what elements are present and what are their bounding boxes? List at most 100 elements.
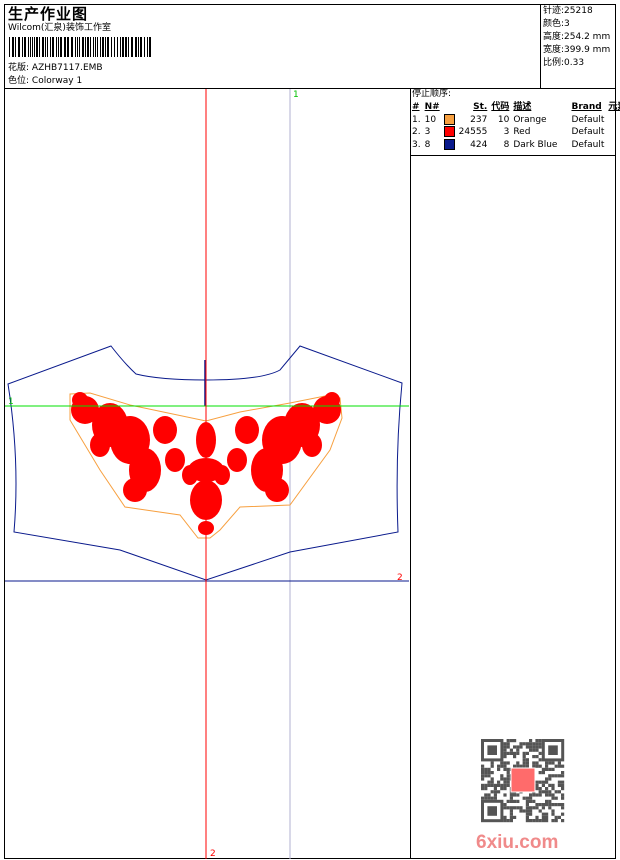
qr-module <box>497 780 501 784</box>
qr-module <box>490 796 494 800</box>
qr-module <box>545 815 549 819</box>
qr-module <box>557 815 561 819</box>
qr-module <box>551 783 555 787</box>
qr-module <box>509 806 513 810</box>
qr-module <box>525 751 529 755</box>
qr-module <box>525 742 529 746</box>
qr-module <box>503 787 507 791</box>
qr-module <box>497 764 501 768</box>
qr-module <box>513 739 517 743</box>
qr-finder <box>487 745 497 755</box>
qr-module <box>532 755 536 759</box>
qr-module <box>509 809 513 813</box>
qr-module <box>481 774 485 778</box>
qr-module <box>513 751 517 755</box>
qr-module <box>535 748 539 752</box>
qr-module <box>545 780 549 784</box>
qr-module <box>548 767 552 771</box>
qr-module <box>487 783 491 787</box>
qr-module <box>490 780 494 784</box>
qr-module <box>503 742 507 746</box>
qr-module <box>541 803 545 807</box>
qr-module <box>529 809 533 813</box>
qr-module <box>500 787 504 791</box>
qr-module <box>532 745 536 749</box>
qr-module <box>538 790 542 794</box>
qr-module <box>529 745 533 749</box>
qr-module <box>538 771 542 775</box>
qr-module <box>513 764 517 768</box>
qr-module <box>484 783 488 787</box>
qr-module <box>548 799 552 803</box>
qr-module <box>545 812 549 816</box>
motif-blob <box>123 478 147 502</box>
qr-module <box>525 809 529 813</box>
qr-module <box>545 790 549 794</box>
qr-module <box>545 803 549 807</box>
qr-module <box>503 806 507 810</box>
qr-module <box>535 780 539 784</box>
qr-module <box>522 761 526 765</box>
qr-module <box>541 806 545 810</box>
qr-module <box>484 767 488 771</box>
qr-module <box>529 739 533 743</box>
qr-module <box>509 739 513 743</box>
qr-module <box>535 819 539 823</box>
qr-module <box>516 793 520 797</box>
qr-module <box>525 819 529 823</box>
qr-module <box>493 790 497 794</box>
qr-module <box>503 761 507 765</box>
qr-module <box>522 751 526 755</box>
qr-module <box>554 819 558 823</box>
qr-module <box>532 793 536 797</box>
qr-module <box>557 780 561 784</box>
qr-module <box>481 777 485 781</box>
qr-module <box>506 739 510 743</box>
guide-marker-2-bottom: 2 <box>210 849 216 859</box>
qr-module <box>487 771 491 775</box>
qr-module <box>532 748 536 752</box>
qr-module <box>519 764 523 768</box>
qr-module <box>535 815 539 819</box>
qr-module <box>525 758 529 762</box>
qr-module <box>500 783 504 787</box>
qr-module <box>519 742 523 746</box>
qr-module <box>506 774 510 778</box>
qr-module <box>487 793 491 797</box>
qr-module <box>538 809 542 813</box>
qr-module <box>551 819 555 823</box>
qr-module <box>529 742 533 746</box>
qr-module <box>557 803 561 807</box>
qr-module <box>506 799 510 803</box>
qr-module <box>481 771 485 775</box>
qr-module <box>545 761 549 765</box>
qr-module <box>509 796 513 800</box>
qr-module <box>490 771 494 775</box>
qr-module <box>513 755 517 759</box>
qr-module <box>525 799 529 803</box>
qr-module <box>548 761 552 765</box>
qr-module <box>497 767 501 771</box>
qr-module <box>522 758 526 762</box>
qr-module <box>522 796 526 800</box>
qr-module <box>551 774 555 778</box>
qr-module <box>529 748 533 752</box>
watermark-text: 6xiu.com <box>476 832 558 853</box>
qr-module <box>551 796 555 800</box>
qr-module <box>513 793 517 797</box>
qr-module <box>525 815 529 819</box>
qr-module <box>561 771 565 775</box>
qr-module <box>513 745 517 749</box>
qr-module <box>545 777 549 781</box>
qr-module <box>490 790 494 794</box>
qr-module <box>506 742 510 746</box>
qr-module <box>487 767 491 771</box>
qr-module <box>557 790 561 794</box>
motif-blob <box>165 448 185 472</box>
qr-module <box>541 815 545 819</box>
motif-blob <box>227 448 247 472</box>
qr-module <box>535 742 539 746</box>
qr-module <box>554 790 558 794</box>
qr-module <box>532 761 536 765</box>
qr-module <box>522 742 526 746</box>
